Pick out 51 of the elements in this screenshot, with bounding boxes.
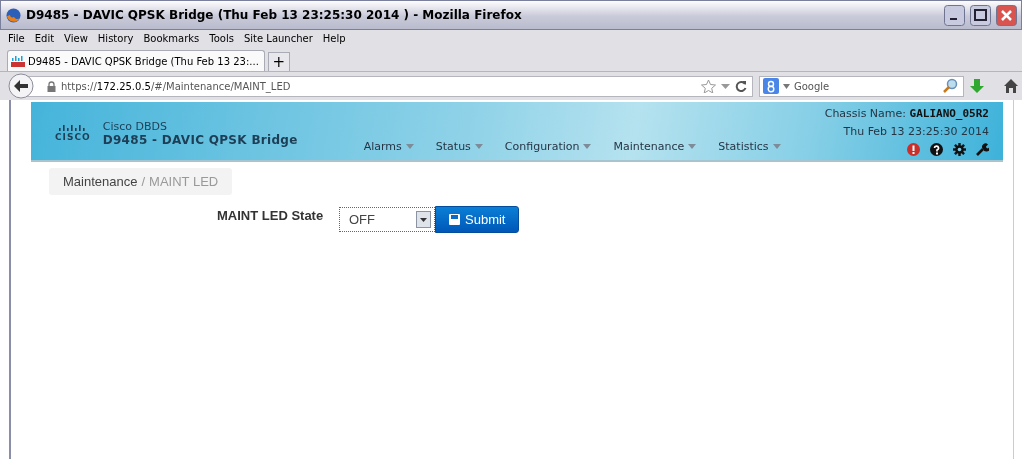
- dropdown-icon[interactable]: [721, 82, 730, 90]
- lock-icon: [47, 80, 56, 92]
- submit-button[interactable]: Submit: [435, 206, 520, 233]
- minimize-button[interactable]: [944, 4, 965, 26]
- caret-icon: [772, 144, 781, 149]
- state-select[interactable]: OFF: [339, 207, 435, 232]
- product-name: D9485 - DAVIC QPSK Bridge: [102, 132, 298, 147]
- star-icon[interactable]: [701, 79, 716, 93]
- breadcrumb-current: MAINT LED: [149, 174, 219, 189]
- logo-text: CISCO: [55, 132, 91, 142]
- chassis-name: Chassis Name: GALIANO_05R2: [824, 107, 989, 120]
- help-icon[interactable]: [930, 143, 943, 156]
- menu-item[interactable]: File: [3, 33, 30, 44]
- brand-name: Cisco DBDS: [102, 119, 168, 133]
- search-engine-icon[interactable]: [763, 78, 779, 94]
- field-label: MAINT LED State: [217, 208, 325, 225]
- search-field[interactable]: Google: [759, 75, 964, 97]
- breadcrumb-separator: /: [141, 174, 146, 189]
- menu-item[interactable]: Site Launcher: [238, 33, 318, 44]
- save-icon: [449, 214, 460, 225]
- date-time: Thu Feb 13 23:25:30 2014: [843, 125, 989, 138]
- wrench-icon[interactable]: [976, 143, 989, 156]
- menu-item[interactable]: Bookmarks: [138, 33, 205, 44]
- reload-icon[interactable]: [735, 80, 747, 92]
- nav-menu-item[interactable]: Configuration: [504, 140, 592, 153]
- nav-menu-item[interactable]: Alarms: [363, 140, 414, 153]
- dropdown-icon[interactable]: [783, 83, 790, 89]
- close-button[interactable]: [996, 4, 1017, 26]
- nav-menu-item[interactable]: Status: [435, 140, 483, 153]
- home-icon[interactable]: [1004, 79, 1018, 93]
- maximize-button[interactable]: [970, 4, 991, 26]
- breadcrumb-link[interactable]: Maintenance: [63, 174, 138, 189]
- caret-icon: [688, 144, 697, 149]
- menu-item[interactable]: History: [92, 33, 139, 44]
- nav-menu-item[interactable]: Maintenance: [613, 140, 697, 153]
- alert-icon[interactable]: [907, 143, 920, 156]
- search-placeholder: Google: [794, 80, 831, 92]
- settings-icon[interactable]: [953, 143, 966, 156]
- new-tab-button[interactable]: +: [267, 52, 290, 71]
- menu-item[interactable]: View: [59, 33, 93, 44]
- caret-icon: [474, 144, 483, 149]
- caret-icon: [405, 144, 414, 149]
- back-button[interactable]: [8, 73, 34, 99]
- caret-icon: [583, 144, 592, 149]
- menu-item[interactable]: Tools: [204, 33, 239, 44]
- search-icon[interactable]: [942, 78, 958, 94]
- window-title: D9485 - DAVIC QPSK Bridge (Thu Feb 13 23:25:30 2014 ) - Mozilla Firefox: [26, 8, 523, 22]
- menu-item[interactable]: Edit: [29, 33, 60, 44]
- menu-item[interactable]: Help: [317, 33, 351, 44]
- browser-tab[interactable]: D9485 - DAVIC QPSK Bridge (Thu Feb 13 23:...: [7, 50, 265, 71]
- nav-menu-item[interactable]: Statistics: [718, 140, 781, 153]
